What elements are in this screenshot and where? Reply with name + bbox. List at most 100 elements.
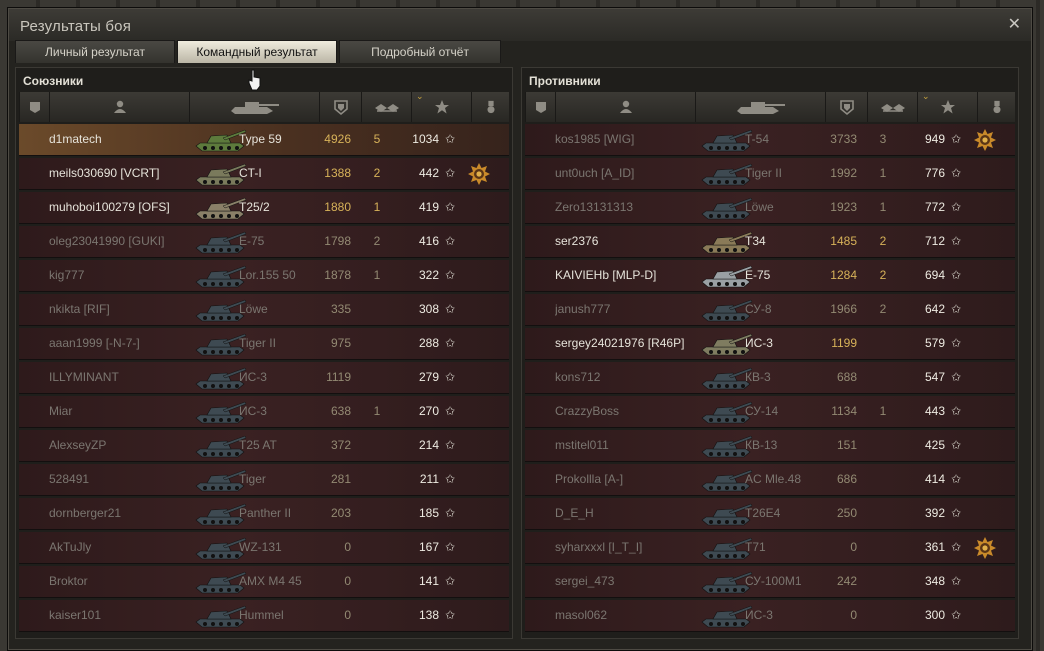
kills-value: [365, 532, 389, 563]
player-row[interactable]: janush777 СУ-8 1966 2 642 ✩: [525, 294, 1015, 326]
player-row[interactable]: CrazzyBoss СУ-14 1134 1 443 ✩: [525, 396, 1015, 428]
player-name: kos1985 [WIG]: [555, 132, 635, 146]
player-row[interactable]: AlexseyZP T25 AT 372 214 ✩: [19, 430, 509, 462]
column-header-vehicle[interactable]: [189, 92, 319, 122]
damage-value: 1878: [324, 268, 351, 282]
kills-value: [871, 498, 895, 529]
player-row[interactable]: d1matech Type 59 4926 5 1034 ✩: [19, 124, 509, 156]
column-header-medal[interactable]: [977, 92, 1015, 122]
experience-value: 419: [418, 200, 439, 214]
sort-indicator-icon: ⌄: [922, 91, 930, 101]
player-row[interactable]: meils030690 [VCRT] CT-I 1388 2 442 ✩: [19, 158, 509, 190]
column-header-player[interactable]: [555, 92, 695, 122]
player-row[interactable]: kons712 КВ-3 688 547 ✩: [525, 362, 1015, 394]
player-row[interactable]: sergey24021976 [R46P] ИС-3 1199 579 ✩: [525, 328, 1015, 360]
player-name: dornberger21: [49, 506, 122, 520]
experience-value: 949: [924, 132, 945, 146]
kills-value: [365, 294, 389, 325]
player-row[interactable]: syharxxxl [I_T_I] T71 0 361 ✩: [525, 532, 1015, 564]
star-icon: ✩: [444, 540, 456, 554]
damage-value: 151: [836, 438, 857, 452]
player-row[interactable]: Zero13131313 Löwe 1923 1 772 ✩: [525, 192, 1015, 224]
star-icon: ✩: [950, 540, 962, 554]
damage-value: 1880: [324, 200, 351, 214]
player-row[interactable]: D_E_H T26E4 250 392 ✩: [525, 498, 1015, 530]
player-row[interactable]: ser2376 T34 1485 2 712 ✩: [525, 226, 1015, 258]
experience-value: 322: [418, 268, 439, 282]
kills-value: 3: [879, 132, 887, 146]
column-header-player[interactable]: [49, 92, 189, 122]
tab-detailed-report[interactable]: Подробный отчёт: [339, 40, 501, 63]
damage-value: 686: [836, 472, 857, 486]
player-row[interactable]: muhoboi100279 [OFS] T25/2 1880 1 419 ✩: [19, 192, 509, 224]
experience-value: 185: [418, 506, 439, 520]
column-header-damage[interactable]: [319, 92, 361, 122]
player-name: meils030690 [VCRT]: [49, 166, 160, 180]
player-row[interactable]: oleg23041990 [GUKI] E-75 1798 2 416 ✩: [19, 226, 509, 258]
player-icon: [619, 100, 632, 113]
experience-value: 579: [924, 336, 945, 350]
player-row[interactable]: kos1985 [WIG] T-54 3733 3 949 ✩: [525, 124, 1015, 156]
kills-value: [365, 464, 389, 495]
star-icon: ✩: [444, 472, 456, 486]
player-row[interactable]: 528491 Tiger 281 211 ✩: [19, 464, 509, 496]
player-name: masol062: [555, 608, 608, 622]
experience-value: 642: [924, 302, 945, 316]
damage-value: 975: [330, 336, 351, 350]
player-row[interactable]: AkTuJly WZ-131 0 167 ✩: [19, 532, 509, 564]
player-row[interactable]: aaan1999 [-N-7-] Tiger II 975 288 ✩: [19, 328, 509, 360]
column-header-platoon[interactable]: [19, 92, 49, 122]
medal-icon[interactable]: [973, 536, 997, 560]
player-row[interactable]: unt0uch [A_ID] Tiger II 1992 1 776 ✩: [525, 158, 1015, 190]
damage-value: 1134: [831, 404, 857, 418]
column-header-damage[interactable]: [825, 92, 867, 122]
star-icon: ✩: [444, 608, 456, 622]
column-header-platoon[interactable]: [525, 92, 555, 122]
player-name: Broktor: [49, 574, 88, 588]
player-row[interactable]: masol062 ИС-3 0 300 ✩: [525, 600, 1015, 632]
player-name: AlexseyZP: [49, 438, 107, 452]
star-icon: ✩: [950, 234, 962, 248]
column-header-kills[interactable]: [867, 92, 917, 122]
player-name: 528491: [49, 472, 90, 486]
player-name: CrazzyBoss: [555, 404, 620, 418]
column-header-vehicle[interactable]: [695, 92, 825, 122]
player-name: oleg23041990 [GUKI]: [49, 234, 165, 248]
player-row[interactable]: nkikta [RIF] Löwe 335 308 ✩: [19, 294, 509, 326]
close-icon[interactable]: ✕: [1008, 16, 1021, 32]
tab-personal-result[interactable]: Личный результат: [15, 40, 175, 63]
player-row[interactable]: dornberger21 Panther II 203 185 ✩: [19, 498, 509, 530]
enemies-panel: Противники ⌄ kos1985 [WIG] T-54 3733 3 949 ✩ u…: [521, 67, 1019, 639]
damage-value: 335: [330, 302, 351, 316]
player-name: aaan1999 [-N-7-]: [49, 336, 140, 350]
player-row[interactable]: Prokollla [A-] AC Mle.48 686 414 ✩: [525, 464, 1015, 496]
star-icon: ✩: [950, 472, 962, 486]
kills-value: 1: [879, 166, 887, 180]
player-row[interactable]: mstitel011 КВ-13 151 425 ✩: [525, 430, 1015, 462]
player-row[interactable]: KAIVIEHb [MLP-D] E-75 1284 2 694 ✩: [525, 260, 1015, 292]
tab-team-result[interactable]: Командный результат: [177, 40, 337, 63]
column-header-medal[interactable]: [471, 92, 509, 122]
column-header-experience[interactable]: ⌄: [917, 91, 977, 122]
player-name: mstitel011: [555, 438, 609, 452]
player-row[interactable]: ILLYMINANT ИС-3 1119 279 ✩: [19, 362, 509, 394]
column-header-kills[interactable]: [361, 92, 411, 122]
experience-value: 211: [419, 472, 439, 486]
medal-icon[interactable]: [973, 128, 997, 152]
kills-value: [871, 532, 895, 563]
damage-value: 372: [330, 438, 351, 452]
star-icon: ✩: [444, 268, 456, 282]
player-row[interactable]: sergei_473 СУ-100М1 242 348 ✩: [525, 566, 1015, 598]
kills-value: 5: [373, 132, 381, 146]
damage-value: 638: [330, 404, 351, 418]
damage-value: 1284: [830, 268, 857, 282]
player-name: Zero13131313: [555, 200, 634, 214]
column-header-experience[interactable]: ⌄: [411, 91, 471, 122]
player-row[interactable]: kaiser101 Hummel 0 138 ✩: [19, 600, 509, 632]
player-row[interactable]: Broktor AMX M4 45 0 141 ✩: [19, 566, 509, 598]
medal-icon[interactable]: [467, 162, 491, 186]
player-row[interactable]: kig777 Lor.155 50 1878 1 322 ✩: [19, 260, 509, 292]
player-row[interactable]: Miar ИС-3 638 1 270 ✩: [19, 396, 509, 428]
kills-value: 2: [879, 268, 887, 282]
star-icon: ✩: [950, 608, 962, 622]
